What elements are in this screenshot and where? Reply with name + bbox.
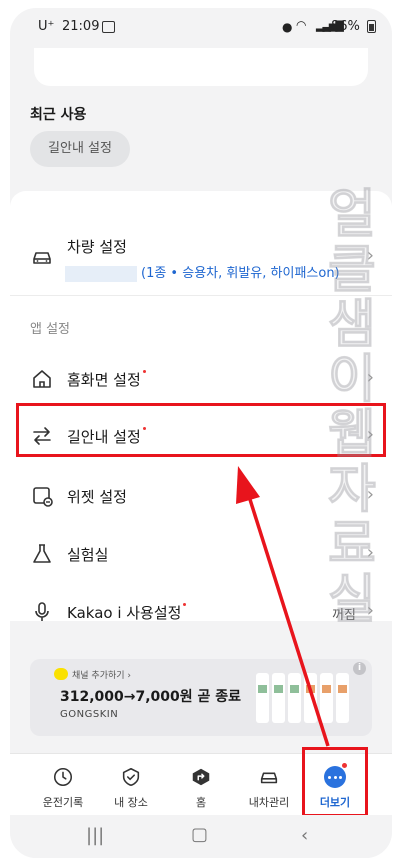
ad-brand: GONGSKIN — [60, 709, 119, 720]
flask-icon — [33, 544, 51, 563]
image-notification-icon — [102, 21, 115, 33]
more-tab-highlight-box — [302, 747, 368, 817]
ad-price: 312,000→7,000원 곧 종료 — [60, 689, 242, 705]
car-icon — [33, 252, 51, 264]
home-screen-settings-label: 홈화면 설정 — [67, 369, 146, 390]
vehicle-settings-label: 차량 설정 — [67, 238, 127, 256]
nav-driving-history[interactable]: 운전기록 — [28, 754, 98, 816]
location-icon: ● — [282, 20, 293, 34]
top-card — [34, 48, 368, 86]
section-app-settings: 앱 설정 — [30, 322, 71, 337]
vehicle-detail: (1종 • 승용차, 휘발유, 하이패스on) — [65, 262, 340, 282]
product-image — [336, 673, 349, 723]
phone-screen: U⁺ 21:09 ● ◠ ▂▃▅▇ 86% 최근 사용 길안내 설정 차량 설정… — [10, 8, 392, 858]
home-icon — [33, 370, 51, 388]
product-image — [288, 673, 301, 723]
home-arrow-icon — [192, 768, 210, 786]
wifi-icon: ◠ — [296, 18, 307, 32]
clock-icon — [53, 767, 73, 787]
product-image — [304, 673, 317, 723]
product-image — [256, 673, 269, 723]
nav-home[interactable]: 홈 — [166, 754, 236, 816]
watermark: 얼클샘이웹자료실 — [328, 185, 377, 630]
nav-my-places[interactable]: 내 장소 — [96, 754, 166, 816]
widget-icon — [33, 487, 53, 507]
widget-settings-label: 위젯 설정 — [67, 488, 127, 506]
nav-label: 내차관리 — [248, 796, 290, 809]
battery-percent: 86% — [331, 19, 360, 34]
nav-label: 홈 — [195, 796, 207, 809]
recent-title: 최근 사용 — [30, 107, 87, 123]
product-image — [272, 673, 285, 723]
nav-my-car[interactable]: 내차관리 — [234, 754, 304, 816]
recent-chip-route-settings[interactable]: 길안내 설정 — [30, 131, 130, 167]
nav-label: 내 장소 — [114, 796, 148, 809]
product-image — [320, 673, 333, 723]
back-icon[interactable]: ‹ — [301, 825, 308, 846]
ad-info-icon[interactable]: i — [353, 662, 366, 675]
system-nav-bar: ||| ▢ ‹ — [10, 815, 392, 858]
vehicle-number-redacted — [65, 265, 137, 282]
carrier-label: U⁺ — [38, 19, 55, 34]
recent-apps-icon[interactable]: ||| — [86, 825, 104, 846]
clock: 21:09 — [62, 19, 100, 34]
vehicle-detail-text: (1종 • 승용차, 휘발유, 하이패스on) — [141, 266, 340, 281]
kakao-talk-icon — [54, 668, 68, 680]
lab-label: 실험실 — [67, 546, 109, 564]
add-channel-link[interactable]: 채널 추가하기 › — [72, 668, 131, 681]
check-shield-icon — [122, 767, 140, 787]
ad-banner[interactable]: 채널 추가하기 › 312,000→7,000원 곧 종료 GONGSKIN — [30, 659, 372, 736]
status-bar: U⁺ 21:09 ● ◠ ▂▃▅▇ 86% — [10, 8, 392, 44]
car-icon — [260, 772, 278, 784]
nav-label: 운전기록 — [42, 796, 84, 809]
system-home-icon[interactable]: ▢ — [191, 824, 208, 845]
kakao-i-settings-label: Kakao i 사용설정 — [67, 602, 187, 623]
battery-icon — [367, 20, 376, 33]
